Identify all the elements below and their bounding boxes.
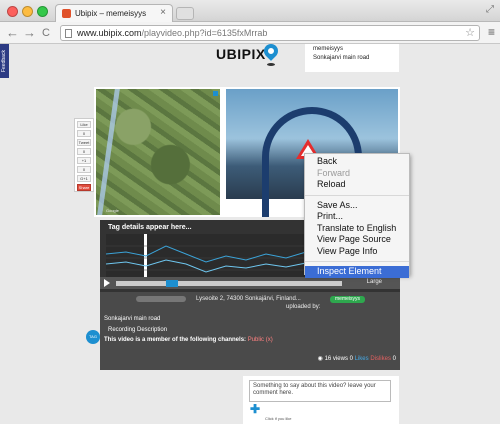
info-road-name: Sonkajarvi main road <box>313 55 370 61</box>
browser-tab[interactable]: Ubipix – memeisyys × <box>55 4 173 22</box>
chrome-menu-icon[interactable]: ≡ <box>488 25 495 39</box>
menu-back[interactable]: Back <box>305 156 409 168</box>
share-button[interactable]: Share <box>77 184 91 191</box>
comment-input[interactable]: Something to say about this video? leave… <box>249 380 391 402</box>
channels-line: This video is a member of the following … <box>104 337 273 343</box>
url-text: www.ubipix.com/playvideo.php?id=6135fxMr… <box>77 28 267 38</box>
uploader-badge[interactable]: memeisyys <box>330 296 366 303</box>
seek-thumb[interactable] <box>166 280 178 287</box>
recording-description-label: Recording Description <box>108 327 168 333</box>
menu-view-info[interactable]: View Page Info <box>305 246 409 258</box>
url-path: /playvideo.php?id=6135fxMrrab <box>141 28 268 38</box>
forward-arrow-icon[interactable]: → <box>23 25 36 41</box>
dislikes-link[interactable]: Dislikes <box>370 356 391 362</box>
back-arrow-icon[interactable]: ← <box>6 25 19 41</box>
gplus-button[interactable]: G+1 <box>77 175 91 182</box>
add-comment-plus-icon[interactable]: ✚ <box>250 402 260 416</box>
like-count: 0 <box>349 356 353 362</box>
plusone-count: 0 <box>77 166 91 173</box>
dislike-count: 0 <box>392 356 396 362</box>
menu-translate[interactable]: Translate to English <box>305 223 409 235</box>
facebook-like-button[interactable]: Like <box>77 121 91 128</box>
bookmark-star-icon[interactable]: ☆ <box>465 26 475 39</box>
location-address: Lyseoite 2, 74300 Sonkajärvi, Finland... <box>196 296 301 302</box>
menu-separator <box>305 261 409 262</box>
pin-shadow <box>267 63 275 66</box>
menu-save-as[interactable]: Save As... <box>305 200 409 212</box>
eye-icon: ◉ <box>317 356 323 362</box>
uploaded-by-label: uploaded by: <box>286 304 321 310</box>
like-prompt[interactable]: Click if you like <box>265 416 375 424</box>
map-route <box>97 89 120 215</box>
page-icon <box>65 29 72 38</box>
browser-toolbar: ← → C www.ubipix.com/playvideo.php?id=61… <box>0 22 500 44</box>
description-panel: Lyseoite 2, 74300 Sonkajärvi, Finland...… <box>86 292 400 370</box>
tab-title: Ubipix – memeisyys <box>75 9 147 18</box>
ubipix-logo[interactable]: UBIPIX <box>216 46 266 62</box>
menu-view-source[interactable]: View Page Source <box>305 234 409 246</box>
channel-link[interactable]: Public (x) <box>248 337 273 343</box>
tweet-count: 0 <box>77 148 91 155</box>
tab-close-icon[interactable]: × <box>160 7 166 18</box>
graph-title: Tag details appear here... <box>108 224 192 231</box>
info-username[interactable]: memeisyys <box>313 46 343 52</box>
minimize-window-button[interactable] <box>22 6 33 17</box>
close-window-button[interactable] <box>7 6 18 17</box>
video-stats: ◉ 16 views 0 Likes Dislikes 0 <box>318 355 396 362</box>
video-info-card: memeisyys Sonkajarvi main road <box>305 44 399 72</box>
menu-separator <box>305 194 409 196</box>
menu-reload[interactable]: Reload <box>305 179 409 191</box>
menu-print[interactable]: Print... <box>305 211 409 223</box>
seek-bar[interactable] <box>116 280 342 287</box>
window-titlebar: Ubipix – memeisyys × ⤢ <box>0 0 500 22</box>
comment-box: Something to say about this video? leave… <box>243 376 399 424</box>
ubipix-favicon-icon <box>62 9 71 18</box>
likes-link[interactable]: Likes <box>355 356 369 362</box>
channels-text: This video is a member of the following … <box>104 337 247 343</box>
menu-forward: Forward <box>317 167 351 178</box>
menu-inspect-element[interactable]: Inspect Element <box>305 266 409 278</box>
fullscreen-icon[interactable]: ⤢ <box>486 4 494 15</box>
player-controls: Large <box>100 277 400 289</box>
map-marker-icon <box>213 91 218 96</box>
map-attribution: Google <box>106 208 119 213</box>
video-title: Sonkajarvi main road <box>104 316 161 322</box>
zoom-window-button[interactable] <box>37 6 48 17</box>
view-count: 16 views <box>324 356 348 362</box>
context-menu: Back Forward Reload Save As... Print... … <box>304 153 410 278</box>
reload-icon[interactable]: C <box>42 25 50 41</box>
feedback-tab[interactable]: Feedback <box>0 44 9 78</box>
username-pill[interactable] <box>136 296 186 302</box>
address-bar[interactable]: www.ubipix.com/playvideo.php?id=6135fxMr… <box>60 25 480 41</box>
share-rail: Like 0 Tweet 0 +1 0 G+1 Share <box>74 118 94 192</box>
size-toggle[interactable]: Large <box>367 279 382 285</box>
play-icon[interactable] <box>104 279 110 287</box>
plusone-button[interactable]: +1 <box>77 157 91 164</box>
url-host: www.ubipix.com <box>77 28 142 38</box>
satellite-map[interactable]: Google <box>96 89 220 215</box>
tweet-button[interactable]: Tweet <box>77 139 91 146</box>
new-tab-button[interactable] <box>176 7 194 20</box>
tag-icon[interactable]: TAG <box>86 330 100 344</box>
like-count: 0 <box>77 130 91 137</box>
